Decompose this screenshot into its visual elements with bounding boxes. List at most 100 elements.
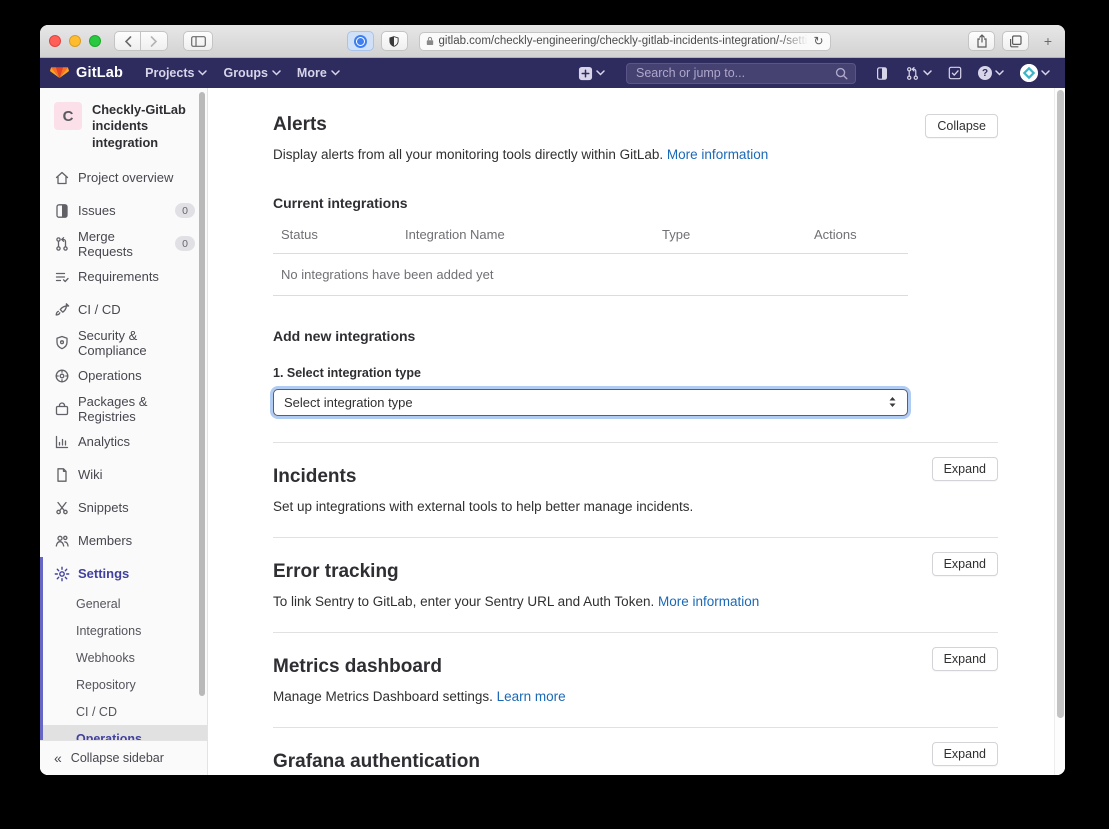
page-scrollbar[interactable] bbox=[1054, 88, 1065, 775]
operations-icon bbox=[54, 368, 70, 384]
subitem-label: Repository bbox=[76, 678, 136, 692]
tabs-icon bbox=[1009, 35, 1022, 48]
sidebar-item-requirements[interactable]: Requirements bbox=[40, 260, 207, 293]
sidebar-item-security-compliance[interactable]: Security & Compliance bbox=[40, 326, 207, 359]
sidebar-item-settings[interactable]: Settings bbox=[43, 557, 207, 590]
issues-dashboard-button[interactable] bbox=[870, 58, 894, 88]
new-menu-button[interactable] bbox=[573, 58, 610, 88]
sidebar-item-wiki[interactable]: Wiki bbox=[40, 458, 207, 491]
share-icon bbox=[976, 34, 988, 48]
sidebar-item-merge-requests[interactable]: Merge Requests 0 bbox=[40, 227, 207, 260]
chevron-right-icon bbox=[150, 36, 158, 47]
sidebar-item-operations[interactable]: Operations bbox=[40, 359, 207, 392]
collapse-sidebar-button[interactable]: « Collapse sidebar bbox=[40, 740, 207, 775]
settings-subitem-general[interactable]: General bbox=[43, 590, 207, 617]
onepassword-icon bbox=[354, 35, 367, 48]
sidebar-item-project-overview[interactable]: Project overview bbox=[40, 161, 207, 194]
expand-incidents-button[interactable]: Expand bbox=[932, 457, 998, 481]
alerts-description-text: Display alerts from all your monitoring … bbox=[273, 147, 663, 162]
navbar-right: ? bbox=[573, 58, 1055, 88]
metrics-learn-more-link[interactable]: Learn more bbox=[497, 689, 566, 704]
sidebar-item-issues[interactable]: Issues 0 bbox=[40, 194, 207, 227]
expand-error-tracking-button[interactable]: Expand bbox=[932, 552, 998, 576]
more-information-link[interactable]: More information bbox=[667, 147, 768, 162]
project-sidebar: C Checkly-GitLab incidents integration P… bbox=[40, 88, 208, 775]
close-window-button[interactable] bbox=[49, 35, 61, 47]
sidebar-toggle-button[interactable] bbox=[183, 31, 213, 51]
lock-icon bbox=[426, 36, 434, 46]
alerts-title: Alerts bbox=[273, 114, 998, 136]
minimize-window-button[interactable] bbox=[69, 35, 81, 47]
todos-button[interactable] bbox=[943, 58, 967, 88]
help-menu-button[interactable]: ? bbox=[973, 58, 1009, 88]
menu-more[interactable]: More bbox=[289, 58, 348, 88]
settings-subitem-ci-cd[interactable]: CI / CD bbox=[43, 698, 207, 725]
chevron-down-icon bbox=[923, 70, 932, 76]
project-header[interactable]: C Checkly-GitLab incidents integration bbox=[40, 94, 207, 161]
alerts-description: Display alerts from all your monitoring … bbox=[273, 146, 913, 165]
column-integration-name: Integration Name bbox=[405, 227, 662, 242]
traffic-lights bbox=[49, 35, 101, 47]
url-field[interactable]: gitlab.com/checkly-engineering/checkly-g… bbox=[419, 32, 831, 51]
integrations-table: Status Integration Name Type Actions No … bbox=[273, 217, 908, 296]
history-nav-group bbox=[114, 31, 168, 51]
incidents-description: Set up integrations with external tools … bbox=[273, 498, 913, 517]
merge-request-icon bbox=[54, 236, 70, 252]
sidebar-item-label: Operations bbox=[78, 368, 142, 383]
tanuki-icon bbox=[50, 64, 69, 82]
new-tab-button[interactable]: + bbox=[1040, 33, 1056, 49]
search-input[interactable] bbox=[626, 63, 856, 84]
settings-subitem-integrations[interactable]: Integrations bbox=[43, 617, 207, 644]
chevron-down-icon bbox=[272, 70, 281, 76]
expand-metrics-dashboard-button[interactable]: Expand bbox=[932, 647, 998, 671]
url-text: gitlab.com/checkly-engineering/checkly-g… bbox=[439, 35, 809, 47]
issues-icon bbox=[54, 203, 70, 219]
collapse-alerts-button[interactable]: Collapse bbox=[925, 114, 998, 138]
sidebar-scrollbar-thumb[interactable] bbox=[199, 92, 205, 696]
user-menu-button[interactable] bbox=[1015, 58, 1055, 88]
settings-subitem-webhooks[interactable]: Webhooks bbox=[43, 644, 207, 671]
sidebar-item-analytics[interactable]: Analytics bbox=[40, 425, 207, 458]
error-tracking-more-info-link[interactable]: More information bbox=[658, 594, 759, 609]
merge-requests-button[interactable] bbox=[900, 58, 937, 88]
settings-subitem-repository[interactable]: Repository bbox=[43, 671, 207, 698]
chevron-down-icon bbox=[1041, 70, 1050, 76]
settings-operations-content: Collapse Alerts Display alerts from all … bbox=[208, 88, 1054, 775]
page-scrollbar-thumb[interactable] bbox=[1057, 90, 1064, 718]
merge-request-icon bbox=[905, 66, 920, 81]
settings-subitem-operations[interactable]: Operations bbox=[43, 725, 207, 740]
sidebar-icon bbox=[191, 36, 206, 47]
sidebar-item-label: Analytics bbox=[78, 434, 130, 449]
search-icon bbox=[835, 67, 848, 80]
book-icon bbox=[54, 467, 70, 483]
error-tracking-description-text: To link Sentry to GitLab, enter your Sen… bbox=[273, 594, 654, 609]
shield-extension-button[interactable] bbox=[381, 31, 408, 51]
back-button[interactable] bbox=[114, 31, 141, 51]
forward-button[interactable] bbox=[141, 31, 168, 51]
share-button[interactable] bbox=[968, 31, 995, 51]
home-icon bbox=[54, 170, 70, 186]
rocket-icon bbox=[54, 302, 70, 318]
column-status: Status bbox=[273, 227, 405, 242]
expand-grafana-button[interactable]: Expand bbox=[932, 742, 998, 766]
sidebar-item-snippets[interactable]: Snippets bbox=[40, 491, 207, 524]
zoom-window-button[interactable] bbox=[89, 35, 101, 47]
reload-button[interactable]: ↻ bbox=[813, 34, 823, 48]
chevron-down-icon bbox=[331, 70, 340, 76]
brand-text: GitLab bbox=[76, 65, 123, 81]
page-body: C Checkly-GitLab incidents integration P… bbox=[40, 88, 1065, 775]
user-avatar bbox=[1020, 64, 1038, 82]
sidebar-item-label: Requirements bbox=[78, 269, 159, 284]
todo-check-icon bbox=[948, 66, 962, 80]
sidebar-item-packages-registries[interactable]: Packages & Registries bbox=[40, 392, 207, 425]
sidebar-item-ci-cd[interactable]: CI / CD bbox=[40, 293, 207, 326]
add-new-integrations-title: Add new integrations bbox=[273, 328, 998, 344]
tab-overview-button[interactable] bbox=[1002, 31, 1029, 51]
project-avatar: C bbox=[54, 102, 82, 130]
sidebar-item-members[interactable]: Members bbox=[40, 524, 207, 557]
menu-projects[interactable]: Projects bbox=[137, 58, 215, 88]
select-integration-type[interactable]: Select integration type bbox=[273, 389, 908, 416]
onepassword-extension-button[interactable] bbox=[347, 31, 374, 51]
menu-groups[interactable]: Groups bbox=[215, 58, 288, 88]
gitlab-home-link[interactable]: GitLab bbox=[50, 64, 123, 82]
